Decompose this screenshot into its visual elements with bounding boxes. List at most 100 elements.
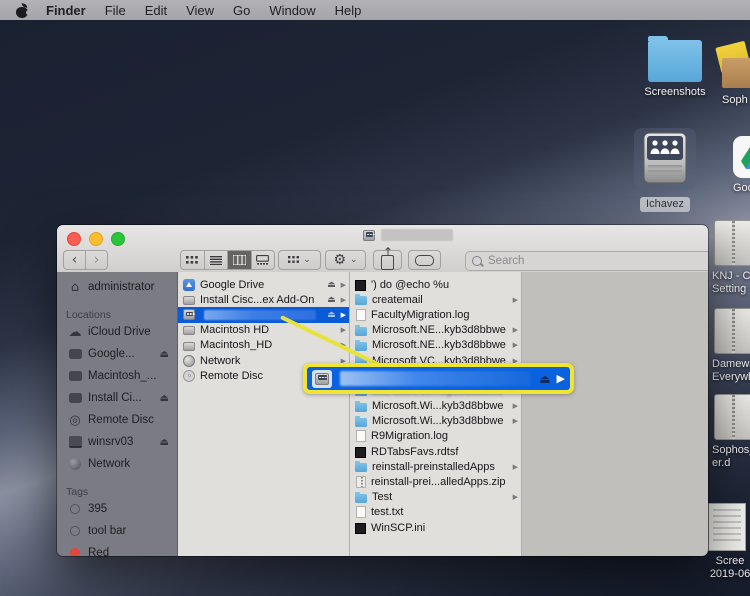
back-button[interactable]: ‹ (64, 251, 85, 269)
menu-item-go[interactable]: Go (233, 3, 250, 18)
sidebar-item-google-[interactable]: Google...⏏ (57, 343, 177, 365)
share-button[interactable] (373, 250, 402, 270)
group-icon (288, 256, 299, 265)
file-row[interactable]: R9Migration.log (350, 429, 521, 444)
sidebar-item-red[interactable]: Red (57, 542, 177, 556)
arrow-right-icon: ▶ (341, 296, 346, 304)
window-content: ⌂administratorLocations☁iCloud DriveGoog… (57, 272, 708, 556)
apple-bite (26, 10, 31, 15)
menu-item-file[interactable]: File (105, 3, 126, 18)
sidebar-item-network[interactable]: Network (57, 453, 177, 475)
sidebar-item-winsrv03[interactable]: winsrv03⏏ (57, 431, 177, 453)
eject-button[interactable]: ⏏ (327, 295, 336, 305)
sidebar-item-label: Network (88, 458, 177, 470)
menu-item-window[interactable]: Window (269, 3, 315, 18)
tag-button[interactable] (408, 250, 441, 270)
menu-item-help[interactable]: Help (335, 3, 362, 18)
display-icon (66, 436, 84, 448)
sidebar-item-icloud-drive[interactable]: ☁ iCloud Drive (57, 321, 177, 343)
file-row[interactable]: Microsoft.Wi...kyb3d8bbwe▶ (350, 414, 521, 429)
column-empty (522, 272, 708, 556)
disk-shape (69, 371, 82, 381)
file-row[interactable]: WinSCP.ini (350, 520, 521, 535)
forward-button[interactable]: › (85, 251, 107, 269)
disk-shape (69, 349, 82, 359)
desktop-icon-label-line2: Everywh. (712, 371, 750, 383)
folder-icon (355, 463, 367, 472)
file-row[interactable]: reinstall-preinstalledApps▶ (350, 459, 521, 474)
desktop-icon-dameware-zip[interactable]: Damewar Everywh. (712, 308, 750, 384)
file-row[interactable]: Microsoft.Wi...kyb3d8bbwe▶ (350, 399, 521, 414)
sidebar-item-remote-disc[interactable]: ◎Remote Disc (57, 409, 177, 431)
menu-item-view[interactable]: View (186, 3, 214, 18)
file-row[interactable]: ') do @echo %u (350, 277, 521, 292)
gallery-view-button[interactable] (251, 251, 275, 269)
eject-button[interactable]: ⏏ (327, 310, 336, 320)
file-row[interactable]: Install Cisc...ex Add-On⏏▶ (178, 292, 349, 307)
desktop-icon-knj-zip[interactable]: KNJ - C Setting (712, 220, 750, 296)
file-row[interactable]: Google Drive⏏▶ (178, 277, 349, 292)
minimize-button[interactable] (89, 232, 103, 246)
arrow-right-icon: ▶ (341, 311, 346, 319)
sidebar-item-label: iCloud Drive (88, 326, 177, 338)
cloud-icon: ☁ (66, 325, 84, 340)
file-row[interactable]: ⏏▶ (178, 307, 349, 322)
callout-row[interactable] (312, 370, 332, 388)
action-button[interactable]: ⚙ ⌄ (325, 250, 366, 270)
group-button[interactable]: ⌄ (278, 250, 321, 270)
arrow-right-icon: ▶ (341, 326, 346, 334)
menu-bar: Finder File Edit View Go Window Help (0, 0, 750, 20)
desktop-icon-label-line1: KNJ - C (712, 270, 750, 282)
file-row[interactable]: test.txt (350, 505, 521, 520)
eject-button[interactable]: ⏏ (160, 437, 169, 448)
desktop-icon-screenshots[interactable]: Screenshots (640, 34, 710, 99)
file-row[interactable]: RDTabsFavs.rdtsf (350, 444, 521, 459)
file-name: Microsoft.NE...kyb3d8bbwe (372, 339, 511, 351)
eject-button[interactable]: ⏏ (327, 280, 336, 290)
file-row[interactable]: Macintosh_HD▶ (178, 338, 349, 353)
sidebar-item-tool-bar[interactable]: tool bar (57, 520, 177, 542)
icon-view-button[interactable] (181, 251, 204, 269)
file-name: Test (372, 491, 511, 503)
folder-icon (355, 494, 367, 503)
menu-item-edit[interactable]: Edit (145, 3, 167, 18)
file-row[interactable]: createmail▶ (350, 292, 521, 307)
sidebar-item-install-ci-[interactable]: Install Ci...⏏ (57, 387, 177, 409)
desktop-icon-sophos-zip[interactable]: Sophos_ er.d (712, 394, 750, 470)
tag-icon (415, 255, 434, 266)
arrow-right-icon: ▶ (513, 402, 518, 410)
column-view-button[interactable] (227, 251, 251, 269)
apple-menu-icon[interactable] (16, 3, 29, 18)
desktop-icon-label-line1: Sophos_ (712, 444, 750, 456)
zip-icon (714, 220, 750, 266)
list-view-button[interactable] (204, 251, 228, 269)
desktop: Finder File Edit View Go Window Help Screensho… (0, 0, 750, 596)
arrow-right-icon: ▶ (513, 463, 518, 471)
file-row[interactable]: Microsoft.NE...kyb3d8bbwe▶ (350, 323, 521, 338)
desktop-icon-soph-package[interactable]: Soph (716, 44, 750, 107)
zoom-button[interactable] (111, 232, 125, 246)
eject-button[interactable]: ⏏ (539, 372, 550, 386)
file-row[interactable]: Microsoft.NE...kyb3d8bbwe▶ (350, 338, 521, 353)
desktop-icon-google-drive[interactable]: Googl (733, 136, 750, 195)
desktop-icon-ichavez[interactable]: Ichavez (630, 128, 700, 212)
folder-icon (648, 40, 702, 82)
search-input[interactable] (486, 254, 706, 268)
folder-icon (355, 418, 367, 427)
sidebar-item-macintosh-[interactable]: Macintosh_... (57, 365, 177, 387)
nav-buttons: ‹ › (63, 250, 108, 270)
close-button[interactable] (67, 232, 81, 246)
sidebar-item-label: Google... (88, 348, 160, 360)
file-name: RDTabsFavs.rdtsf (371, 446, 518, 458)
menu-item-finder[interactable]: Finder (46, 3, 86, 18)
sidebar-item-395[interactable]: 395 (57, 498, 177, 520)
image-file-icon (708, 503, 746, 551)
file-row[interactable]: Test▶ (350, 490, 521, 505)
file-row[interactable]: FacultyMigration.log (350, 307, 521, 322)
eject-button[interactable]: ⏏ (160, 393, 169, 404)
sidebar-item-administrator[interactable]: ⌂administrator (57, 276, 177, 298)
file-row[interactable]: reinstall-prei...alledApps.zip (350, 474, 521, 489)
share-icon (381, 255, 394, 270)
eject-button[interactable]: ⏏ (160, 349, 169, 360)
search-field[interactable] (465, 251, 708, 271)
